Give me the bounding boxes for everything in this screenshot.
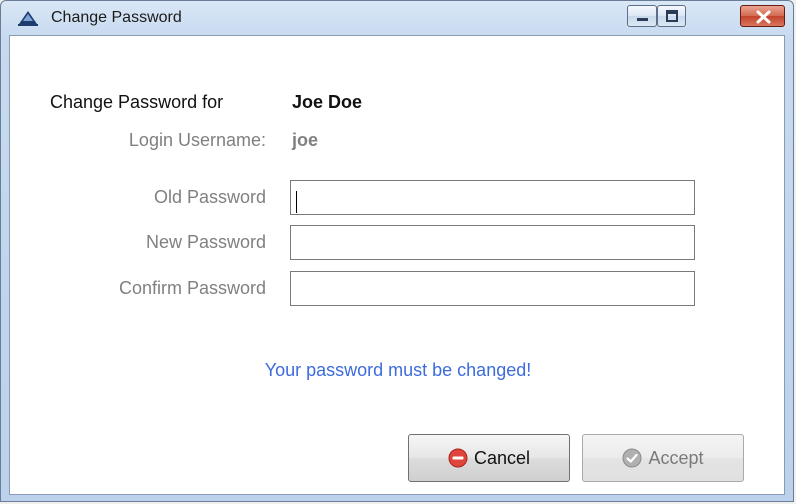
window-title: Change Password bbox=[51, 9, 182, 26]
close-button[interactable] bbox=[740, 5, 785, 27]
cancel-button[interactable]: Cancel bbox=[408, 434, 570, 482]
new-password-label: New Password bbox=[145, 232, 266, 252]
accept-button-label: Accept bbox=[648, 447, 704, 468]
maximize-icon bbox=[666, 10, 678, 22]
password-change-message: Your password must be changed! bbox=[264, 360, 532, 380]
accept-button[interactable]: Accept bbox=[582, 434, 744, 482]
change-password-window: Change Password Change Password for Joe … bbox=[0, 0, 794, 502]
confirm-password-label: Confirm Password bbox=[118, 278, 266, 298]
login-username-label: Login Username: bbox=[128, 130, 266, 150]
minimize-button[interactable] bbox=[627, 5, 657, 27]
change-password-for-label: Change Password for bbox=[50, 92, 224, 112]
user-fullname: Joe Doe bbox=[292, 92, 363, 112]
login-username-value: joe bbox=[292, 130, 319, 150]
app-pyramid-icon bbox=[17, 10, 39, 26]
accept-check-circle-icon bbox=[622, 448, 642, 468]
title-bar[interactable]: Change Password bbox=[1, 1, 793, 35]
cancel-button-label: Cancel bbox=[473, 447, 531, 468]
old-password-label: Old Password bbox=[153, 187, 266, 207]
close-icon bbox=[756, 10, 771, 24]
new-password-field[interactable] bbox=[290, 225, 695, 260]
minimize-icon bbox=[637, 18, 648, 21]
cancel-red-circle-icon bbox=[448, 448, 468, 468]
maximize-button[interactable] bbox=[657, 5, 686, 27]
confirm-password-field[interactable] bbox=[290, 271, 695, 306]
dialog-body: Change Password for Joe Doe Login Userna… bbox=[9, 35, 785, 495]
old-password-field[interactable] bbox=[290, 180, 695, 215]
text-caret bbox=[296, 191, 297, 213]
